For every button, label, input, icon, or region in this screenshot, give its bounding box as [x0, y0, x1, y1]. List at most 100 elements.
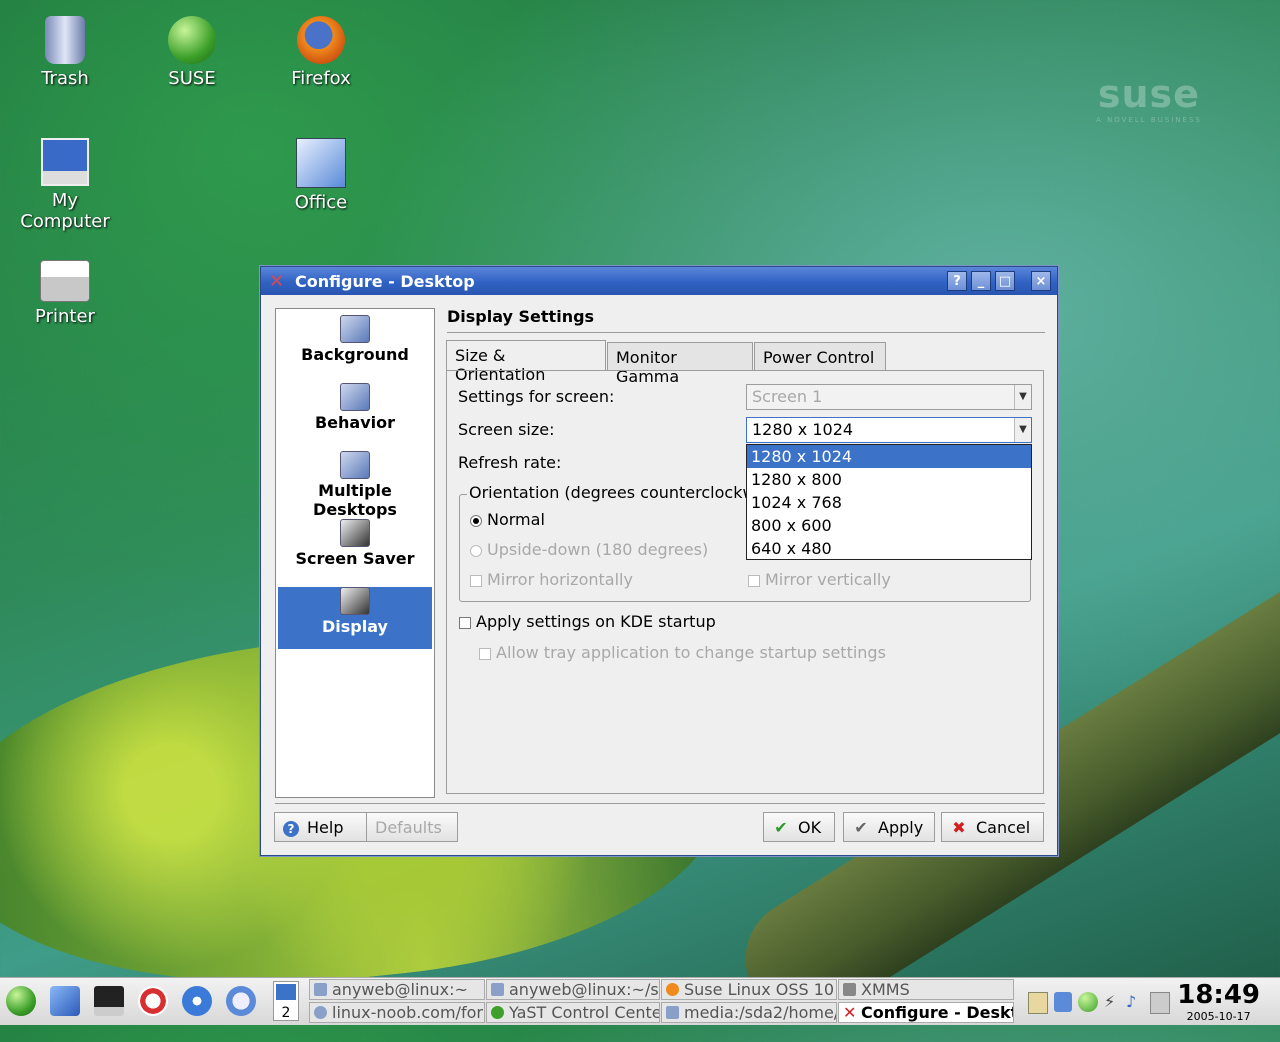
- close-button[interactable]: ×: [1031, 271, 1051, 291]
- terminal-icon: [491, 983, 504, 996]
- configure-desktop-window: ✕ Configure - Desktop ? _ □ × Background…: [260, 266, 1058, 856]
- mirror-horizontal-label: Mirror horizontally: [487, 570, 633, 589]
- window-titlebar[interactable]: ✕ Configure - Desktop ? _ □ ×: [261, 267, 1057, 295]
- refresh-rate-label: Refresh rate:: [458, 453, 562, 472]
- minimize-button[interactable]: _: [971, 271, 991, 291]
- task-label: anyweb@linux:~: [332, 980, 468, 999]
- screen-size-option[interactable]: 800 x 600: [747, 514, 1031, 537]
- apply-startup-checkbox[interactable]: [459, 617, 471, 629]
- task-configure-desktop[interactable]: ✕ Configure - Deskt: [838, 1002, 1014, 1023]
- screen-size-option[interactable]: 640 x 480: [747, 537, 1031, 560]
- desktop-icon-my-computer[interactable]: My Computer: [10, 138, 120, 232]
- desktop-icon-label: Printer: [35, 306, 95, 327]
- desktop-icon-printer[interactable]: Printer: [10, 260, 120, 327]
- folder-icon: [666, 1006, 679, 1019]
- desktop-icon-label: Office: [294, 192, 348, 213]
- task-anyweb-1[interactable]: anyweb@linux:~: [309, 979, 485, 1000]
- sidebar-item-label: Display: [322, 617, 388, 636]
- help-icon: ?: [283, 821, 299, 837]
- check-icon: ✔: [854, 818, 868, 837]
- konqueror-icon[interactable]: [182, 986, 212, 1016]
- clock-time: 18:49: [1177, 980, 1260, 1010]
- desktop-icon-suse[interactable]: SUSE: [137, 16, 247, 89]
- section-divider: [447, 332, 1045, 333]
- task-label: YaST Control Cente: [509, 1003, 660, 1022]
- background-icon: [340, 315, 370, 343]
- clipboard-icon[interactable]: [1150, 992, 1170, 1014]
- module-sidebar: Background Behavior Multiple Desktops Sc…: [275, 308, 435, 798]
- sidebar-item-multiple-desktops[interactable]: Multiple Desktops: [276, 451, 434, 519]
- orientation-group-title: Orientation (degrees counterclockwi: [467, 483, 762, 502]
- maximize-button[interactable]: □: [995, 271, 1015, 291]
- behavior-icon: [340, 383, 370, 411]
- printer-icon: [40, 260, 90, 302]
- mail-icon[interactable]: [226, 986, 256, 1016]
- screen-size-label: Screen size:: [458, 420, 555, 439]
- trash-icon: [45, 16, 85, 64]
- window-title: Configure - Desktop: [295, 272, 475, 291]
- chevron-down-icon: ▼: [1014, 385, 1031, 409]
- clock[interactable]: 18:49 2005-10-17: [1177, 980, 1260, 1023]
- network-icon[interactable]: [1054, 992, 1072, 1012]
- kmenu-suse-icon[interactable]: [6, 986, 36, 1016]
- desktop-icon-label: Trash: [41, 68, 89, 89]
- desktop-pager[interactable]: 2: [273, 981, 299, 1021]
- screen-size-option[interactable]: 1280 x 1024: [747, 445, 1031, 468]
- task-label: XMMS: [861, 980, 910, 999]
- help-button-label: Help: [307, 818, 344, 837]
- screen-size-select[interactable]: 1280 x 1024 ▼: [746, 417, 1032, 443]
- screen-size-value: 1280 x 1024: [752, 420, 854, 439]
- kde-x-icon: ✕: [269, 271, 285, 292]
- task-linux-noob[interactable]: linux-noob.com/foru: [309, 1002, 485, 1023]
- sidebar-item-behavior[interactable]: Behavior: [276, 383, 434, 445]
- screen-size-option[interactable]: 1024 x 768: [747, 491, 1031, 514]
- screen-size-option[interactable]: 1280 x 800: [747, 468, 1031, 491]
- ok-button-label: OK: [798, 818, 822, 837]
- tab-power-control[interactable]: Power Control: [754, 342, 886, 371]
- office-icon: [296, 138, 346, 188]
- plug-icon[interactable]: ⚡: [1104, 992, 1122, 1012]
- screen-select: Screen 1 ▼: [746, 384, 1032, 410]
- task-anyweb-2[interactable]: anyweb@linux:~/su: [486, 979, 660, 1000]
- suse-icon: [168, 16, 216, 64]
- help-title-button[interactable]: ?: [947, 271, 967, 291]
- xmms-icon: [843, 983, 856, 996]
- sidebar-item-display[interactable]: Display: [278, 587, 432, 649]
- browser-icon: [314, 1006, 327, 1019]
- terminal-icon[interactable]: [94, 986, 124, 1016]
- task-xmms[interactable]: XMMS: [838, 979, 1014, 1000]
- mirror-vertical-label: Mirror vertically: [765, 570, 891, 589]
- desktops-icon: [340, 451, 370, 479]
- desktop-icon-firefox[interactable]: Firefox: [266, 16, 376, 89]
- task-label: anyweb@linux:~/su: [509, 980, 660, 999]
- yast-icon: [491, 1006, 504, 1019]
- klipper-icon[interactable]: [1028, 992, 1048, 1014]
- firefox-icon: [297, 16, 345, 64]
- sidebar-item-screen-saver[interactable]: Screen Saver: [276, 519, 434, 581]
- pager-desktop-1[interactable]: [276, 984, 296, 1000]
- suse-wallpaper-logo: suse A NOVELL BUSINESS: [1096, 72, 1202, 124]
- volume-icon[interactable]: ♪: [1126, 992, 1144, 1012]
- ok-button[interactable]: ✔ OK: [763, 812, 835, 842]
- task-label: media:/sda2/home/: [684, 1003, 837, 1022]
- orientation-normal-radio[interactable]: [470, 515, 482, 527]
- home-folder-icon[interactable]: [50, 986, 80, 1016]
- tab-size-orientation[interactable]: Size & Orientation: [446, 340, 606, 384]
- task-suse-oss[interactable]: Suse Linux OSS 10: [661, 979, 837, 1000]
- task-media[interactable]: media:/sda2/home/: [661, 1002, 837, 1023]
- defaults-button: Defaults: [366, 812, 458, 842]
- tab-monitor-gamma[interactable]: Monitor Gamma: [607, 342, 753, 386]
- suse-updater-icon[interactable]: [1078, 992, 1098, 1012]
- allow-tray-checkbox: [479, 648, 491, 660]
- task-yast[interactable]: YaST Control Cente: [486, 1002, 660, 1023]
- sidebar-item-label: Screen Saver: [295, 549, 415, 568]
- help-lifebuoy-icon[interactable]: [138, 986, 168, 1016]
- screensaver-icon: [340, 519, 370, 547]
- desktop-icon-trash[interactable]: Trash: [10, 16, 120, 89]
- cancel-button-label: Cancel: [976, 818, 1031, 837]
- suse-logo-tagline: A NOVELL BUSINESS: [1096, 116, 1202, 124]
- apply-button[interactable]: ✔ Apply: [843, 812, 935, 842]
- desktop-icon-office[interactable]: Office: [266, 138, 376, 213]
- sidebar-item-background[interactable]: Background: [276, 315, 434, 377]
- cancel-button[interactable]: ✖ Cancel: [941, 812, 1044, 842]
